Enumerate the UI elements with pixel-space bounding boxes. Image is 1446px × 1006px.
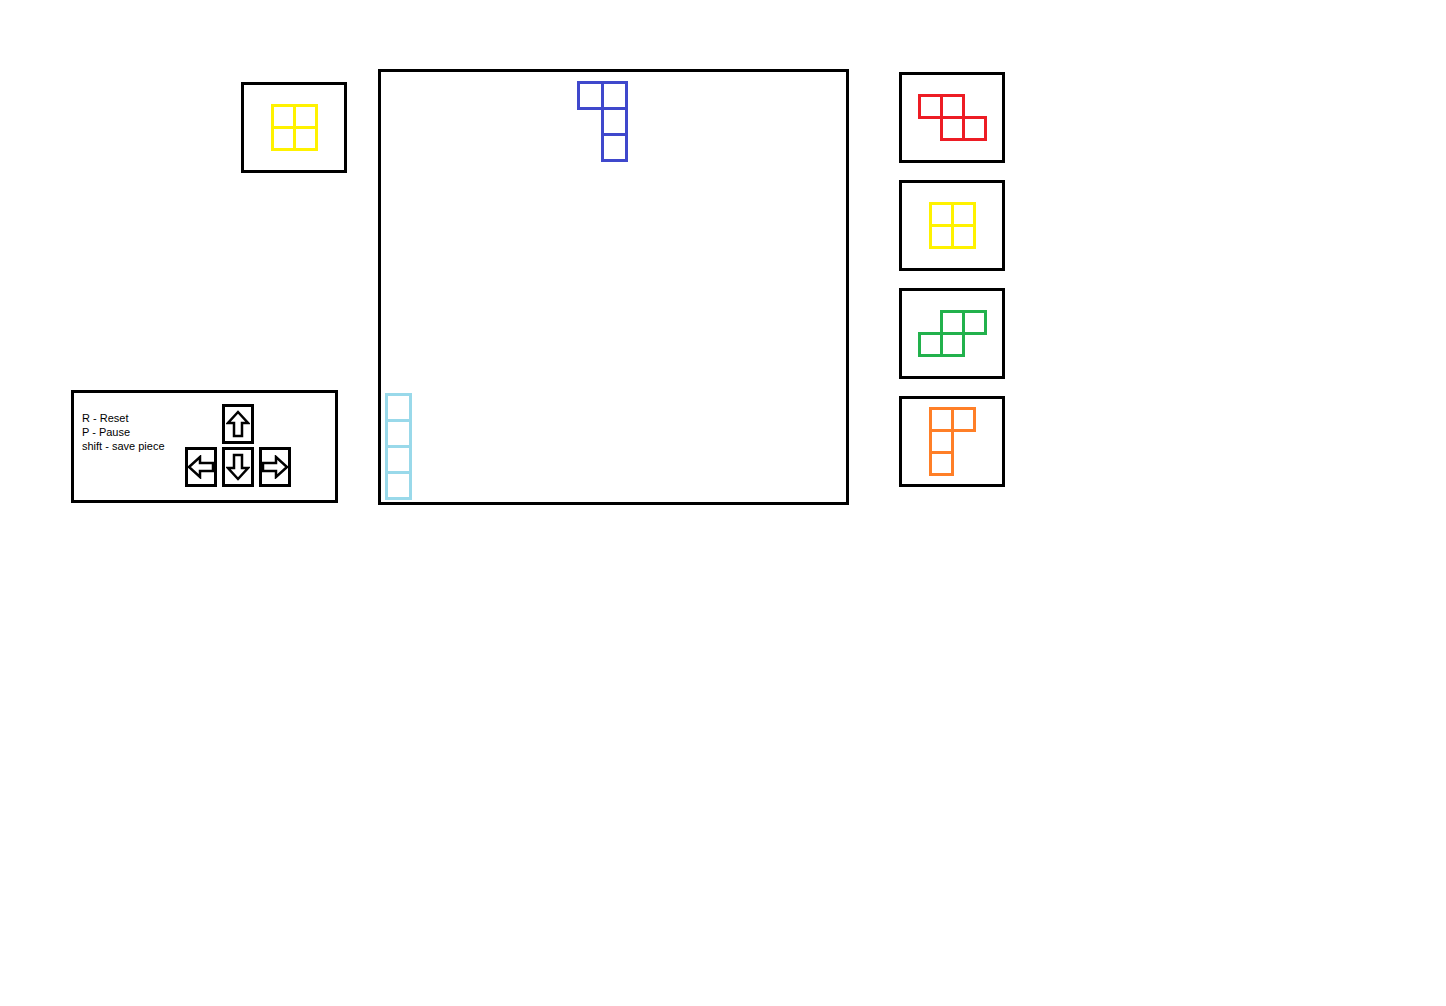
up-key[interactable]: [222, 404, 254, 444]
left-column: R - ResetP - Pauseshift - save piece: [71, 69, 347, 503]
board-cell: [601, 107, 628, 136]
next-piece: [929, 407, 976, 476]
next-piece: [918, 94, 987, 141]
game-board[interactable]: [378, 69, 849, 505]
board-cell: [385, 445, 412, 474]
right-key[interactable]: [259, 447, 291, 487]
arrow-left-icon: [187, 455, 215, 479]
hold-piece: [271, 104, 318, 151]
next-piece: [929, 202, 976, 249]
shortcut-list: R - ResetP - Pauseshift - save piece: [82, 409, 177, 453]
piece-cell: [962, 310, 987, 335]
arrow-right-icon: [261, 455, 289, 479]
hold-box: [241, 82, 347, 173]
piece-cell: [940, 332, 965, 357]
piece-cell: [929, 451, 954, 476]
board-cell: [601, 133, 628, 162]
next-box: [899, 288, 1005, 379]
next-box: [899, 72, 1005, 163]
next-piece: [918, 310, 987, 357]
board-cell: [385, 393, 412, 422]
piece-cell: [293, 126, 318, 151]
arrow-up-icon: [226, 410, 250, 438]
arrow-down-icon: [226, 453, 250, 481]
shortcut-text: P - Pause: [82, 425, 177, 439]
shortcut-text: R - Reset: [82, 411, 177, 425]
board-cell: [577, 81, 604, 110]
board-cell: [601, 81, 628, 110]
piece-cell: [962, 116, 987, 141]
next-box: [899, 396, 1005, 487]
controls-box: R - ResetP - Pauseshift - save piece: [71, 390, 338, 503]
next-box: [899, 180, 1005, 271]
arrow-keys: [185, 404, 291, 487]
next-queue: [899, 72, 1005, 487]
down-key[interactable]: [222, 447, 254, 487]
piece-cell: [951, 407, 976, 432]
shortcut-text: shift - save piece: [82, 439, 177, 453]
board-cell: [385, 471, 412, 500]
board-cell: [385, 419, 412, 448]
piece-cell: [951, 224, 976, 249]
tetris-page: R - ResetP - Pauseshift - save piece: [0, 0, 1446, 1006]
left-key[interactable]: [185, 447, 217, 487]
